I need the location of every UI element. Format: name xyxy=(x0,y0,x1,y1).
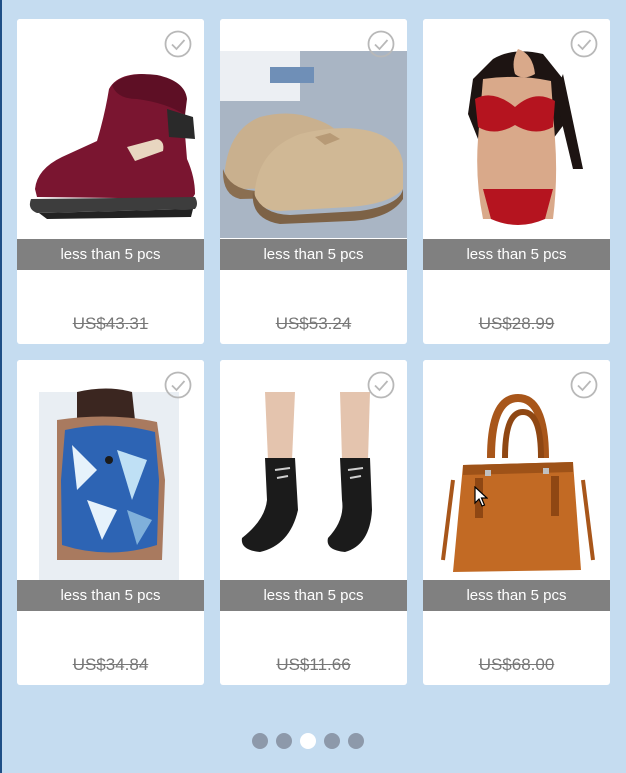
stock-label: less than 5 pcs xyxy=(220,580,407,611)
product-price: US$43.31 xyxy=(72,314,149,333)
product-price: US$11.66 xyxy=(276,655,351,674)
product-card[interactable]: less than 5 pcs US$43.31 xyxy=(17,19,204,344)
product-card[interactable]: less than 5 pcs US$34.84 xyxy=(17,360,204,685)
product-card[interactable]: less than 5 pcs US$68.00 xyxy=(423,360,610,685)
page-dot-1[interactable] xyxy=(252,733,268,749)
stock-label: less than 5 pcs xyxy=(17,239,204,270)
stock-label: less than 5 pcs xyxy=(17,580,204,611)
stock-label: less than 5 pcs xyxy=(423,580,610,611)
page-dot-3-active[interactable] xyxy=(300,733,316,749)
product-price: US$68.00 xyxy=(478,655,555,674)
stock-label: less than 5 pcs xyxy=(220,239,407,270)
page-dot-2[interactable] xyxy=(276,733,292,749)
product-price: US$28.99 xyxy=(478,314,555,333)
mouse-pointer-icon xyxy=(474,486,488,507)
select-check-icon[interactable] xyxy=(164,30,192,58)
select-check-icon[interactable] xyxy=(570,371,598,399)
select-check-icon[interactable] xyxy=(367,371,395,399)
left-edge-border xyxy=(0,0,2,773)
product-card[interactable]: less than 5 pcs US$11.66 xyxy=(220,360,407,685)
select-check-icon[interactable] xyxy=(164,371,192,399)
page-dot-5[interactable] xyxy=(348,733,364,749)
select-check-icon[interactable] xyxy=(367,30,395,58)
pagination-dots xyxy=(252,733,364,750)
product-price: US$34.84 xyxy=(72,655,149,674)
product-card[interactable]: less than 5 pcs US$28.99 xyxy=(423,19,610,344)
product-card[interactable]: less than 5 pcs US$53.24 xyxy=(220,19,407,344)
stock-label: less than 5 pcs xyxy=(423,239,610,270)
page-dot-4[interactable] xyxy=(324,733,340,749)
select-check-icon[interactable] xyxy=(570,30,598,58)
product-grid: less than 5 pcs US$43.31 less than 5 pcs… xyxy=(17,19,611,685)
product-price: US$53.24 xyxy=(275,314,352,333)
